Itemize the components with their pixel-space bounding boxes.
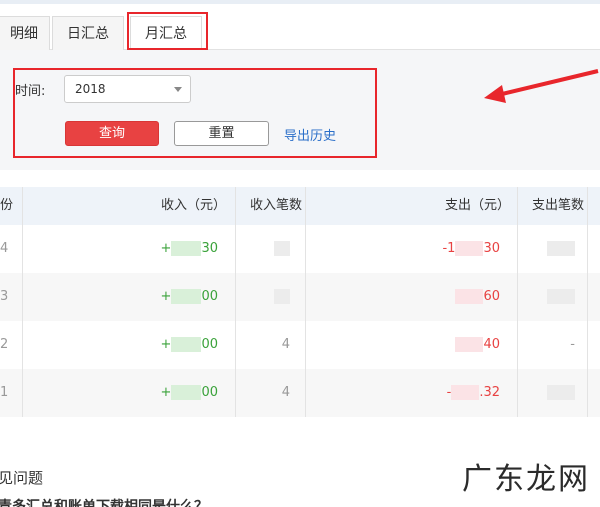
cell-income: +00	[160, 289, 218, 304]
column-divider	[305, 187, 306, 417]
year-select-value: 2018	[75, 82, 106, 96]
table-row[interactable]: 2 +00 4 40 -	[0, 321, 600, 369]
faq-heading: 见问题	[0, 469, 44, 487]
column-divider	[587, 187, 588, 417]
reset-button[interactable]: 重置	[174, 121, 269, 146]
cell-expense-count	[545, 225, 575, 273]
cell-expense-count	[545, 369, 575, 417]
cell-income: +00	[160, 337, 218, 352]
cell-income: +00	[160, 385, 218, 400]
cell-expense: 60	[400, 273, 500, 321]
tab-detail[interactable]: 明细	[0, 16, 50, 50]
tab-monthly-summary[interactable]: 月汇总	[130, 16, 202, 51]
table-row[interactable]: 3 +00 60	[0, 273, 600, 321]
cell-expense: -1 30	[442, 241, 500, 256]
cell-expense-count	[545, 273, 575, 321]
cell-income-count	[272, 273, 290, 321]
cell-expense: - .32	[446, 385, 500, 400]
top-border	[0, 0, 600, 4]
cell-expense: 40	[400, 321, 500, 369]
header-expense-count: 支出笔数	[531, 198, 584, 213]
tab-bar: 明细 日汇总 月汇总	[0, 10, 600, 51]
table-header: 份 收入（元） 收入笔数 支出（元） 支出笔数	[0, 187, 600, 225]
header-month: 份	[0, 198, 14, 213]
cell-month: 4	[0, 241, 9, 256]
cell-expense-count: -	[570, 337, 575, 352]
watermark-text: 广东龙网	[462, 462, 590, 497]
header-income-count: 收入笔数	[249, 198, 302, 213]
cell-month: 2	[0, 337, 9, 352]
year-select[interactable]: 2018	[64, 75, 191, 103]
cell-month: 3	[0, 289, 9, 304]
filter-panel	[0, 50, 600, 170]
cell-income-count: 4	[281, 337, 290, 352]
chevron-down-icon	[174, 87, 182, 92]
cell-income-count: 4	[281, 385, 290, 400]
tab-daily-summary[interactable]: 日汇总	[52, 16, 124, 50]
export-history-link[interactable]: 导出历史	[284, 125, 336, 144]
column-divider	[517, 187, 518, 417]
header-expense: 支出（元）	[444, 198, 510, 213]
table-row[interactable]: 4 +30 -1 30	[0, 225, 600, 273]
table-row[interactable]: 1 +00 4 - .32	[0, 369, 600, 417]
column-divider	[235, 187, 236, 417]
header-income: 收入（元）	[160, 198, 226, 213]
column-divider	[22, 187, 23, 417]
query-button[interactable]: 查询	[65, 121, 159, 146]
summary-table: 份 收入（元） 收入笔数 支出（元） 支出笔数 4 +30 -1 30 3 +00…	[0, 187, 600, 417]
faq-question-link[interactable]: 青多汇总和账单下载相同是什么？	[0, 496, 208, 507]
time-label: 时间:	[15, 84, 46, 99]
cell-income: +30	[160, 241, 218, 256]
cell-income-count	[272, 225, 290, 273]
cell-month: 1	[0, 385, 9, 400]
